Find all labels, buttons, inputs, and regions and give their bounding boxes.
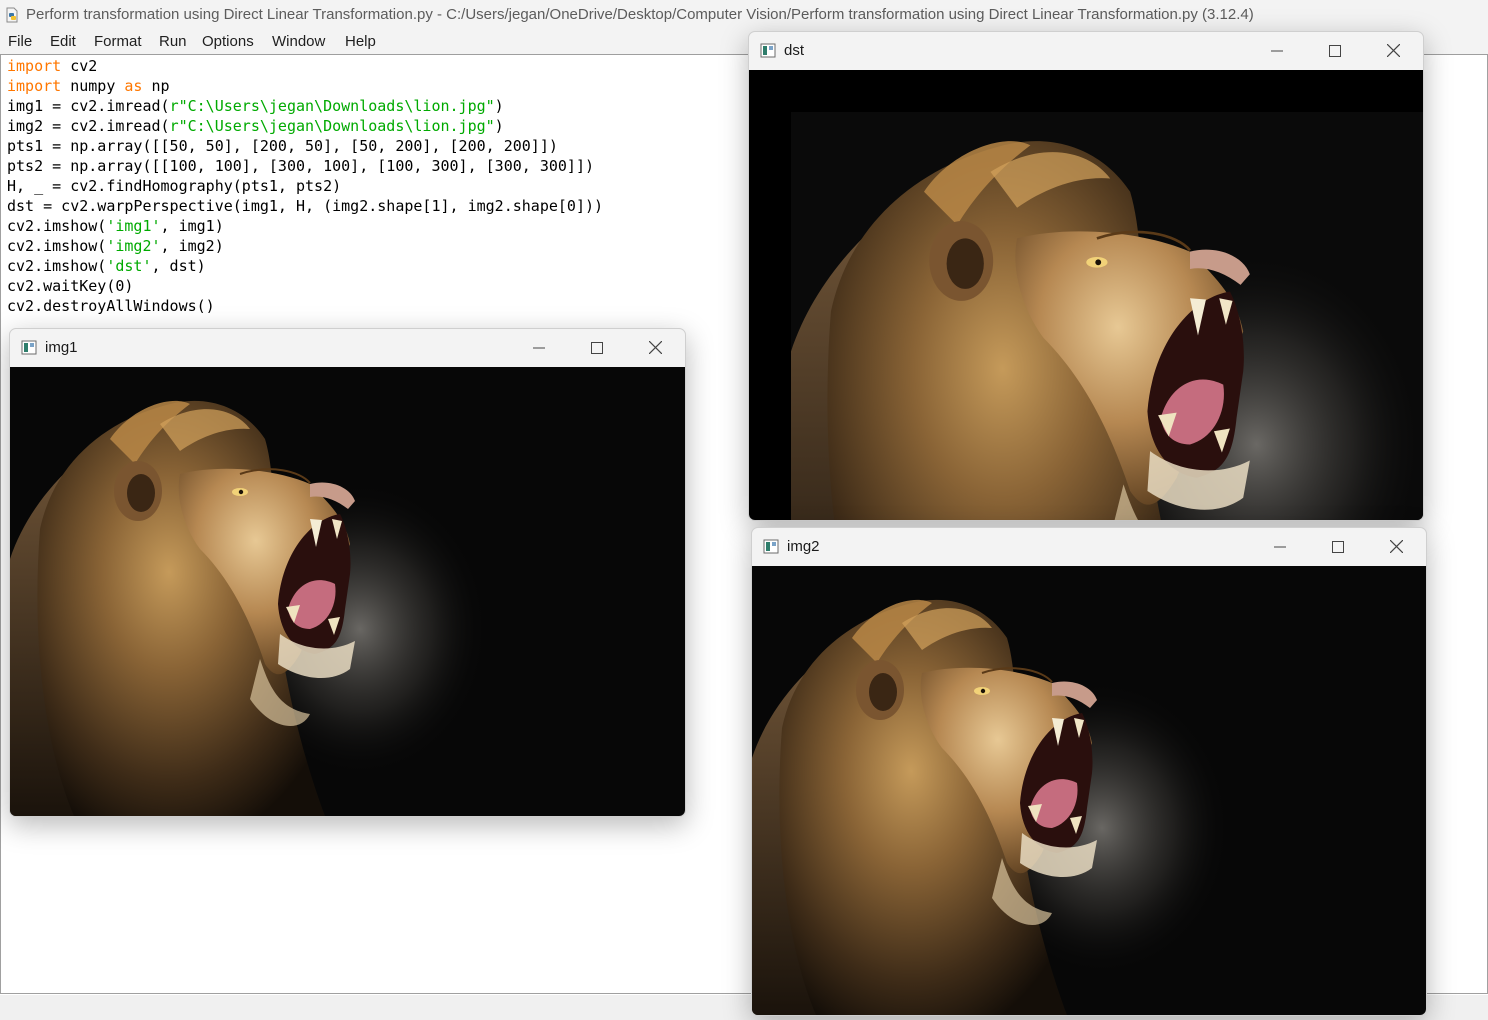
- dst-close-button[interactable]: [1370, 32, 1416, 69]
- lion-image: [752, 598, 1233, 1015]
- code-text: numpy: [61, 77, 125, 95]
- img1-image-canvas: [10, 367, 685, 816]
- menu-help[interactable]: Help: [343, 30, 378, 54]
- opencv-window-icon: [21, 340, 37, 355]
- code-text: pts1 = np.array([[50, 50], [200, 50], [5…: [7, 137, 558, 155]
- dst-image-canvas: [749, 70, 1423, 520]
- img1-window[interactable]: img1: [9, 328, 686, 817]
- code-text: cv2.waitKey(0): [7, 277, 134, 295]
- code-line[interactable]: import cv2: [7, 56, 603, 76]
- code-string: 'img1': [106, 217, 161, 235]
- maximize-icon: [591, 341, 603, 354]
- code-text: cv2.destroyAllWindows(): [7, 297, 215, 315]
- code-line[interactable]: cv2.imshow('img1', img1): [7, 216, 603, 236]
- menu-run[interactable]: Run: [157, 30, 189, 54]
- code-line[interactable]: H, _ = cv2.findHomography(pts1, pts2): [7, 176, 603, 196]
- code-line[interactable]: pts1 = np.array([[50, 50], [200, 50], [5…: [7, 136, 603, 156]
- code-string: r"C:\Users\jegan\Downloads\lion.jpg": [169, 117, 495, 135]
- code-string: 'dst': [106, 257, 152, 275]
- img2-title: img2: [787, 538, 820, 555]
- code-text: ): [494, 97, 504, 115]
- code-text: cv2: [61, 57, 98, 75]
- code-string: r"C:\Users\jegan\Downloads\lion.jpg": [169, 97, 495, 115]
- code-text: cv2.imshow(: [7, 257, 107, 275]
- code-text: img1 = cv2.imread(: [7, 97, 170, 115]
- menu-file[interactable]: File: [6, 30, 34, 54]
- close-icon: [1389, 540, 1403, 553]
- maximize-icon: [1332, 540, 1344, 553]
- window-title: Perform transformation using Direct Line…: [26, 6, 1254, 23]
- code-text: ): [494, 117, 504, 135]
- source-code[interactable]: import cv2 import numpy as np img1 = cv2.i…: [7, 56, 603, 316]
- menu-window[interactable]: Window: [270, 30, 327, 54]
- code-keyword: import: [7, 77, 62, 95]
- code-line[interactable]: img2 = cv2.imread(r"C:\Users\jegan\Downl…: [7, 116, 603, 136]
- code-line[interactable]: img1 = cv2.imread(r"C:\Users\jegan\Downl…: [7, 96, 603, 116]
- lion-image: [10, 399, 491, 816]
- opencv-window-icon: [760, 43, 776, 58]
- opencv-window-icon: [763, 539, 779, 554]
- code-text: cv2.imshow(: [7, 217, 107, 235]
- code-text: , img1): [160, 217, 224, 235]
- code-text: , img2): [160, 237, 224, 255]
- code-keyword: as: [124, 77, 143, 95]
- code-text: pts2 = np.array([[100, 100], [300, 100],…: [7, 157, 594, 175]
- img1-maximize-button[interactable]: [574, 329, 620, 366]
- code-line[interactable]: cv2.imshow('dst', dst): [7, 256, 603, 276]
- code-text: , dst): [151, 257, 206, 275]
- minimize-icon: [1271, 50, 1283, 51]
- code-line[interactable]: dst = cv2.warpPerspective(img1, H, (img2…: [7, 196, 603, 216]
- code-line[interactable]: cv2.destroyAllWindows(): [7, 296, 603, 316]
- dst-maximize-button[interactable]: [1312, 32, 1358, 69]
- menu-format[interactable]: Format: [92, 30, 144, 54]
- lion-image-warped: [789, 112, 1423, 520]
- code-line[interactable]: cv2.waitKey(0): [7, 276, 603, 296]
- code-keyword: import: [7, 57, 62, 75]
- idle-title-bar: Perform transformation using Direct Line…: [0, 0, 1488, 30]
- img1-title: img1: [45, 339, 78, 356]
- dst-title-bar[interactable]: dst: [749, 32, 1423, 69]
- img2-image-canvas: [752, 566, 1426, 1015]
- img2-maximize-button[interactable]: [1315, 528, 1361, 565]
- code-text: cv2.imshow(: [7, 237, 107, 255]
- img2-close-button[interactable]: [1373, 528, 1419, 565]
- img2-window[interactable]: img2: [751, 527, 1427, 1016]
- code-line[interactable]: import numpy as np: [7, 76, 603, 96]
- menu-edit[interactable]: Edit: [48, 30, 78, 54]
- minimize-icon: [1274, 546, 1286, 547]
- dst-window[interactable]: dst: [748, 31, 1424, 521]
- img1-title-bar[interactable]: img1: [10, 329, 685, 366]
- code-line[interactable]: pts2 = np.array([[100, 100], [300, 100],…: [7, 156, 603, 176]
- maximize-icon: [1329, 44, 1341, 57]
- img1-minimize-button[interactable]: [516, 329, 562, 366]
- dst-title: dst: [784, 42, 805, 59]
- minimize-icon: [533, 347, 545, 348]
- code-line[interactable]: cv2.imshow('img2', img2): [7, 236, 603, 256]
- close-icon: [648, 341, 662, 354]
- code-text: H, _ = cv2.findHomography(pts1, pts2): [7, 177, 342, 195]
- dst-minimize-button[interactable]: [1254, 32, 1300, 69]
- code-string: 'img2': [106, 237, 161, 255]
- code-text: dst = cv2.warpPerspective(img1, H, (img2…: [7, 197, 604, 215]
- img2-minimize-button[interactable]: [1257, 528, 1303, 565]
- close-icon: [1386, 44, 1400, 57]
- menu-options[interactable]: Options: [200, 30, 256, 54]
- img2-title-bar[interactable]: img2: [752, 528, 1426, 565]
- code-text: np: [142, 77, 170, 95]
- python-file-icon: [6, 7, 18, 23]
- code-text: img2 = cv2.imread(: [7, 117, 170, 135]
- img1-close-button[interactable]: [632, 329, 678, 366]
